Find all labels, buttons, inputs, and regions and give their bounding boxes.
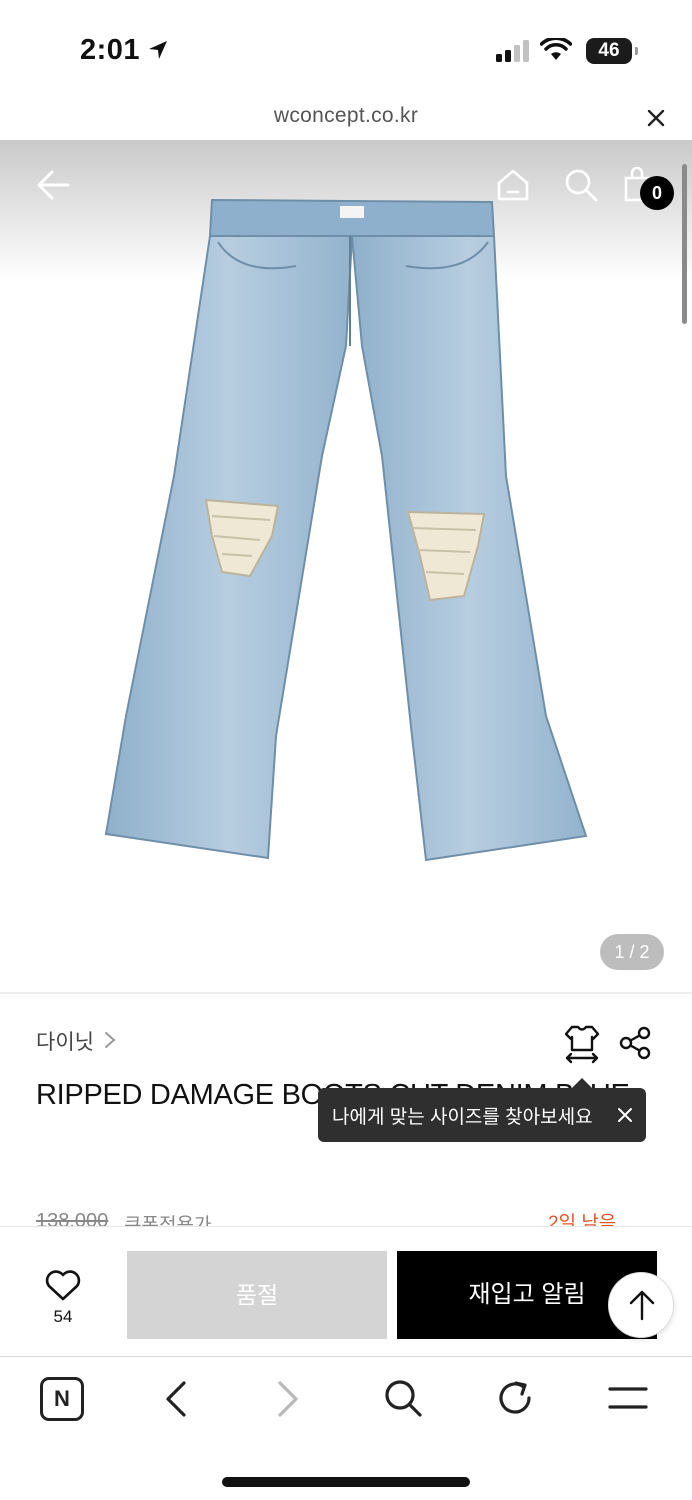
product-image-jeans [104, 198, 588, 862]
scrollbar[interactable] [682, 164, 687, 324]
image-page-indicator: 1 / 2 [600, 934, 664, 970]
size-tooltip: 나에게 맞는 사이즈를 찾아보세요 [318, 1078, 646, 1142]
wifi-icon [540, 38, 572, 60]
home-indicator[interactable] [222, 1477, 470, 1487]
heart-icon[interactable] [30, 1265, 96, 1303]
wishlist-button[interactable]: 54 [30, 1265, 96, 1331]
search-icon[interactable] [562, 166, 600, 204]
search-icon[interactable] [382, 1377, 424, 1419]
purchase-action-bar: 54 품절 재입고 알림 [0, 1226, 692, 1356]
chevron-right-icon[interactable] [102, 1030, 118, 1050]
size-guide-icon[interactable] [564, 1024, 600, 1064]
back-arrow-icon[interactable] [34, 166, 72, 204]
arrow-up-icon [629, 1290, 655, 1321]
section-divider [0, 992, 692, 994]
cart-count-badge[interactable]: 0 [640, 176, 674, 210]
location-arrow-icon [149, 41, 167, 59]
signal-icon [496, 40, 529, 62]
scroll-to-top-button[interactable] [608, 1272, 674, 1338]
soldout-button: 품절 [127, 1251, 387, 1339]
chevron-left-icon[interactable] [160, 1379, 192, 1419]
status-bar: 2:01 46 [0, 0, 692, 96]
url-bar[interactable]: wconcept.co.kr [0, 96, 692, 140]
reload-icon[interactable] [494, 1377, 536, 1419]
product-image-gallery[interactable]: 0 1 / 2 [0, 140, 692, 992]
naver-home-button[interactable]: N [40, 1377, 84, 1421]
menu-icon[interactable] [606, 1381, 650, 1415]
browser-toolbar: N [0, 1356, 692, 1500]
battery-indicator: 46 [586, 38, 638, 64]
tooltip-text: 나에게 맞는 사이즈를 찾아보세요 [332, 1107, 593, 1128]
url-text[interactable]: wconcept.co.kr [0, 104, 692, 128]
status-time: 2:01 [80, 34, 141, 66]
close-icon[interactable] [616, 1106, 634, 1124]
days-left-badge: 2일 남음 [548, 1213, 617, 1228]
chevron-right-icon[interactable] [272, 1379, 304, 1419]
close-icon[interactable] [644, 106, 668, 130]
wishlist-count: 54 [53, 1307, 73, 1326]
price-row: 138,000 쿠폰적용가 2일 남음 [0, 1206, 692, 1228]
share-icon[interactable] [618, 1026, 652, 1060]
home-icon[interactable] [494, 166, 532, 204]
brand-link[interactable]: 다이닛 [36, 1026, 94, 1056]
